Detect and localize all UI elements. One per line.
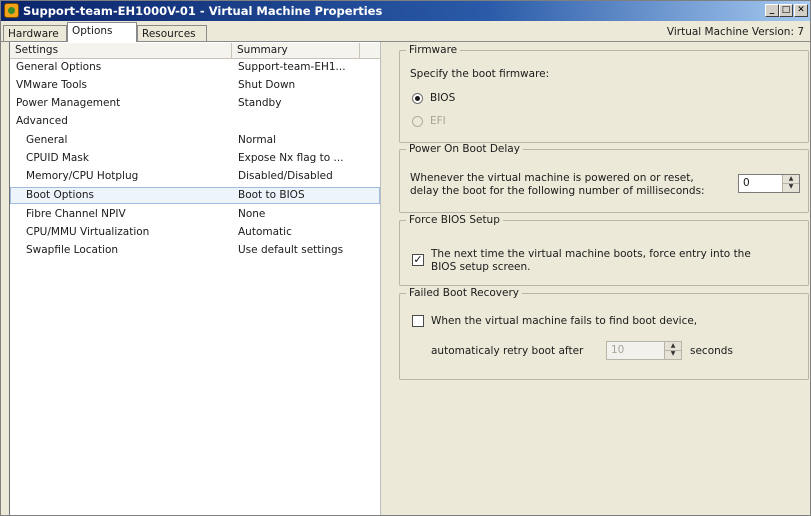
list-item-swapfile-location[interactable]: Swapfile Location Use default settings [10, 242, 380, 259]
list-item-advanced[interactable]: Advanced [10, 113, 380, 130]
options-panel: Settings Summary General Options Support… [1, 41, 810, 515]
efi-radio [412, 116, 423, 127]
vm-version-label: Virtual Machine Version: 7 [666, 26, 804, 38]
failed-boot-recovery-group: Failed Boot Recovery When the virtual ma… [399, 287, 809, 380]
row-name: VMware Tools [16, 79, 88, 91]
boot-delay-spinner[interactable]: 0 ▲ ▼ [738, 174, 800, 193]
list-item-fibre-channel-npiv[interactable]: Fibre Channel NPIV None [10, 206, 380, 223]
boot-options-panel: Firmware Specify the boot firmware: BIOS… [389, 42, 810, 515]
retry-label: automaticaly retry boot after [431, 345, 584, 357]
retry-delay-spinner: 10 ▲ ▼ [606, 341, 682, 360]
force-bios-line-2: BIOS setup screen. [431, 261, 531, 273]
row-name: CPUID Mask [26, 152, 89, 164]
list-item-memory-cpu-hotplug[interactable]: Memory/CPU Hotplug Disabled/Disabled [10, 168, 380, 185]
boot-delay-group-title: Power On Boot Delay [406, 143, 523, 155]
row-summary: Shut Down [238, 79, 296, 91]
maximize-button[interactable]: □ [779, 4, 793, 17]
row-name: Fibre Channel NPIV [26, 208, 126, 220]
list-item-general-options[interactable]: General Options Support-team-EH1... [10, 59, 380, 76]
settings-list: Settings Summary General Options Support… [9, 42, 381, 515]
retry-delay-value: 10 [611, 344, 625, 356]
vm-properties-window: Support-team-EH1000V-01 - Virtual Machin… [0, 0, 811, 516]
row-name: General [26, 134, 68, 146]
row-summary: Boot to BIOS [238, 189, 305, 201]
row-name: Boot Options [26, 189, 95, 201]
row-summary: Expose Nx flag to ... [238, 152, 344, 164]
row-name: Advanced [16, 115, 68, 127]
tab-resources[interactable]: Resources [137, 25, 207, 41]
settings-column-header[interactable]: Settings [10, 43, 232, 58]
force-bios-group-title: Force BIOS Setup [406, 214, 503, 226]
close-button[interactable]: ✕ [794, 4, 808, 17]
summary-column-header[interactable]: Summary [232, 43, 360, 58]
failed-boot-group-title: Failed Boot Recovery [406, 287, 522, 299]
list-item-vmware-tools[interactable]: VMware Tools Shut Down [10, 77, 380, 94]
force-bios-setup-group: Force BIOS Setup ✓ The next time the vir… [399, 214, 809, 286]
tab-hardware[interactable]: Hardware [3, 25, 67, 41]
vsphere-app-icon [4, 3, 19, 18]
boot-delay-value[interactable]: 0 [743, 177, 750, 190]
minimize-button[interactable]: _ [765, 4, 779, 17]
row-summary: Standby [238, 97, 282, 109]
bios-radio-label[interactable]: BIOS [430, 92, 455, 105]
row-name: Power Management [16, 97, 121, 109]
spin-down-icon[interactable]: ▼ [783, 183, 799, 191]
tab-options[interactable]: Options [67, 22, 137, 42]
row-summary: Automatic [238, 226, 292, 238]
retry-delay-spin-buttons: ▲ ▼ [664, 342, 681, 359]
row-summary: Use default settings [238, 244, 344, 256]
window-title: Support-team-EH1000V-01 - Virtual Machin… [23, 4, 383, 18]
boot-delay-line-1: Whenever the virtual machine is powered … [410, 172, 694, 184]
row-name: General Options [16, 61, 102, 73]
efi-radio-label: EFI [430, 115, 446, 127]
spin-down-icon: ▼ [670, 350, 676, 357]
firmware-group: Firmware Specify the boot firmware: BIOS… [399, 44, 809, 143]
row-name: CPU/MMU Virtualization [26, 226, 150, 238]
failed-boot-retry-checkbox[interactable] [412, 315, 424, 327]
row-summary: Disabled/Disabled [238, 170, 333, 182]
force-bios-checkbox[interactable]: ✓ [412, 254, 424, 266]
row-summary: Support-team-EH1... [238, 61, 346, 73]
bios-radio[interactable] [412, 93, 423, 104]
list-item-general[interactable]: General Normal [10, 132, 380, 149]
row-summary: Normal [238, 134, 276, 146]
list-item-cpu-mmu-virtualization[interactable]: CPU/MMU Virtualization Automatic [10, 224, 380, 241]
row-name: Swapfile Location [26, 244, 119, 256]
boot-delay-line-2: delay the boot for the following number … [410, 185, 705, 197]
list-item-boot-options[interactable]: Boot Options Boot to BIOS [10, 187, 380, 204]
power-on-boot-delay-group: Power On Boot Delay Whenever the virtual… [399, 143, 809, 213]
row-name: Memory/CPU Hotplug [26, 170, 139, 182]
row-summary: None [238, 208, 266, 220]
title-bar: Support-team-EH1000V-01 - Virtual Machin… [1, 1, 810, 21]
boot-delay-spin-buttons: ▲ ▼ [782, 175, 799, 192]
firmware-group-title: Firmware [406, 44, 461, 56]
list-header: Settings Summary [10, 43, 380, 59]
firmware-prompt: Specify the boot firmware: [410, 68, 550, 80]
retry-unit-label: seconds [690, 345, 733, 357]
list-item-cpuid-mask[interactable]: CPUID Mask Expose Nx flag to ... [10, 150, 380, 167]
list-item-power-management[interactable]: Power Management Standby [10, 95, 380, 112]
force-bios-line-1: The next time the virtual machine boots,… [431, 248, 751, 260]
tab-strip: Hardware Options Resources Virtual Machi… [1, 21, 810, 42]
failed-boot-line-1: When the virtual machine fails to find b… [431, 315, 698, 327]
